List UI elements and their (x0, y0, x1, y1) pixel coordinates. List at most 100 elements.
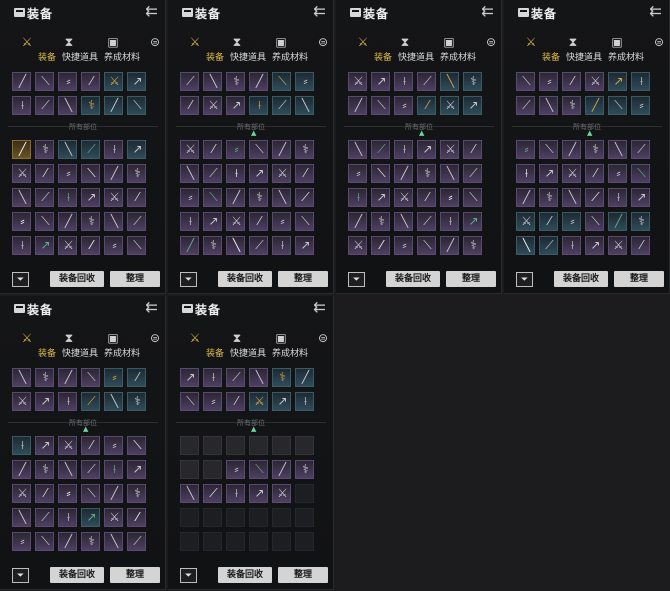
inventory-slot[interactable]: ╱ (608, 212, 627, 231)
inventory-slot[interactable]: ↗ (585, 236, 604, 255)
equipped-slot[interactable]: ⚔ (440, 96, 459, 115)
inventory-slot[interactable] (295, 436, 314, 455)
tab-0[interactable]: 装备 (38, 348, 56, 360)
equipment-recycle-button[interactable]: 装备回收 (218, 567, 272, 583)
equipment-recycle-button[interactable]: 装备回收 (386, 271, 440, 287)
inventory-slot[interactable] (272, 532, 291, 551)
inventory-slot[interactable] (180, 460, 199, 479)
inventory-slot[interactable] (180, 508, 199, 527)
crossed-swords-icon[interactable]: ⚔ (18, 34, 36, 50)
equipped-slot[interactable]: ⚕ (463, 72, 482, 91)
inventory-slot[interactable]: ⟋ (81, 460, 100, 479)
inventory-slot[interactable]: ╲ (394, 212, 413, 231)
inventory-slot[interactable]: ↗ (463, 212, 482, 231)
inventory-slot[interactable] (226, 436, 245, 455)
equipped-slot[interactable]: ⟋ (226, 368, 245, 387)
sort-filter-button[interactable]: ⏷ (180, 568, 197, 583)
coin-stack-icon[interactable]: ⊜ (146, 330, 164, 346)
equipped-slot[interactable]: ⁄ (81, 72, 100, 91)
inventory-slot[interactable]: ⟋ (127, 532, 146, 551)
hourglass-icon[interactable]: ⧗ (228, 330, 246, 346)
back-button[interactable]: ⇇ (145, 2, 158, 20)
inventory-slot[interactable]: ⟋ (249, 236, 268, 255)
equipped-slot[interactable]: ↗ (180, 368, 199, 387)
inventory-slot[interactable]: ⚕ (249, 188, 268, 207)
inventory-slot[interactable]: ⟍ (417, 236, 436, 255)
hourglass-icon[interactable]: ⧗ (60, 330, 78, 346)
equipped-slot[interactable]: ↗ (272, 392, 291, 411)
inventory-slot[interactable]: ⚕ (127, 164, 146, 183)
inventory-slot[interactable]: ↗ (371, 188, 390, 207)
equipped-slot[interactable]: ⟍ (371, 96, 390, 115)
inventory-slot[interactable]: ╲ (104, 212, 123, 231)
inventory-slot[interactable]: ⟍ (35, 532, 54, 551)
equipped-slot[interactable]: ⟍ (35, 72, 54, 91)
equipment-recycle-button[interactable]: 装备回收 (218, 271, 272, 287)
inventory-slot[interactable]: ╲ (58, 460, 77, 479)
equipped-slot[interactable]: ⟊ (631, 72, 650, 91)
equipped-slot[interactable]: ⟊ (203, 368, 222, 387)
inventory-slot[interactable]: ⸗ (440, 188, 459, 207)
equipped-slot[interactable]: ⁄ (180, 96, 199, 115)
equipped-slot[interactable]: ⚔ (104, 72, 123, 91)
equipped-slot[interactable]: ╱ (104, 96, 123, 115)
inventory-slot[interactable]: ⟋ (203, 484, 222, 503)
inventory-slot[interactable]: ⟍ (127, 436, 146, 455)
equipped-slot[interactable]: ⚕ (127, 392, 146, 411)
tab-2[interactable]: 养成材料 (440, 52, 476, 64)
inventory-slot[interactable]: ⚕ (127, 484, 146, 503)
inventory-slot[interactable]: ⟍ (127, 236, 146, 255)
inventory-slot[interactable]: ↗ (81, 188, 100, 207)
back-button[interactable]: ⇇ (649, 2, 662, 20)
inventory-slot[interactable]: ⁄ (81, 436, 100, 455)
inventory-slot[interactable]: ⁄ (539, 212, 558, 231)
inventory-slot[interactable] (295, 484, 314, 503)
inventory-slot[interactable]: ╲ (12, 508, 31, 527)
tab-2[interactable]: 养成材料 (608, 52, 644, 64)
equipped-slot[interactable]: ⚕ (226, 72, 245, 91)
inventory-slot[interactable]: ╱ (104, 164, 123, 183)
equipped-slot[interactable]: ⸗ (539, 72, 558, 91)
inventory-slot[interactable]: ⸗ (58, 164, 77, 183)
organize-button[interactable]: 整理 (614, 271, 664, 287)
tab-0[interactable]: 装备 (542, 52, 560, 64)
tab-1[interactable]: 快捷道具 (230, 348, 266, 360)
inventory-slot[interactable]: ╱ (516, 188, 535, 207)
organize-button[interactable]: 整理 (446, 271, 496, 287)
inventory-slot[interactable]: ╲ (608, 140, 627, 159)
inventory-slot[interactable]: ⚔ (608, 236, 627, 255)
inventory-slot[interactable]: ⟋ (631, 140, 650, 159)
inventory-slot[interactable]: ↗ (249, 164, 268, 183)
inventory-slot[interactable]: ⚕ (35, 460, 54, 479)
equipped-slot[interactable]: ⟍ (272, 72, 291, 91)
coin-stack-icon[interactable]: ⊜ (314, 330, 332, 346)
inventory-slot[interactable]: ⁄ (371, 236, 390, 255)
inventory-slot[interactable]: ╱ (440, 236, 459, 255)
equipped-slot[interactable]: ╲ (295, 96, 314, 115)
inventory-slot[interactable]: ↗ (249, 484, 268, 503)
inventory-slot[interactable]: ⁄ (203, 140, 222, 159)
equipped-slot[interactable]: ⟊ (394, 72, 413, 91)
inventory-slot[interactable]: ⟋ (35, 188, 54, 207)
equipped-slot[interactable]: ↗ (226, 96, 245, 115)
equipped-slot[interactable]: ⟋ (180, 72, 199, 91)
tab-2[interactable]: 养成材料 (104, 348, 140, 360)
equipped-slot[interactable]: ⁄ (562, 72, 581, 91)
inventory-slot[interactable]: ⁄ (35, 484, 54, 503)
inventory-slot[interactable]: ╱ (104, 484, 123, 503)
equipped-slot[interactable]: ⟋ (81, 392, 100, 411)
inventory-slot[interactable]: ⟍ (631, 164, 650, 183)
inventory-slot[interactable] (180, 436, 199, 455)
inventory-slot[interactable]: ↗ (127, 140, 146, 159)
inventory-slot[interactable]: ╱ (58, 212, 77, 231)
equipped-slot[interactable]: ⁄ (417, 96, 436, 115)
organize-button[interactable]: 整理 (110, 567, 160, 583)
equipped-slot[interactable]: ╱ (295, 368, 314, 387)
coin-stack-icon[interactable]: ⊜ (650, 34, 668, 50)
inventory-slot[interactable]: ⚕ (35, 140, 54, 159)
back-button[interactable]: ⇇ (313, 2, 326, 20)
inventory-slot[interactable]: ⸗ (12, 532, 31, 551)
crossed-swords-icon[interactable]: ⚔ (186, 330, 204, 346)
inventory-slot[interactable]: ⚕ (81, 532, 100, 551)
inventory-slot[interactable]: ⟊ (348, 188, 367, 207)
